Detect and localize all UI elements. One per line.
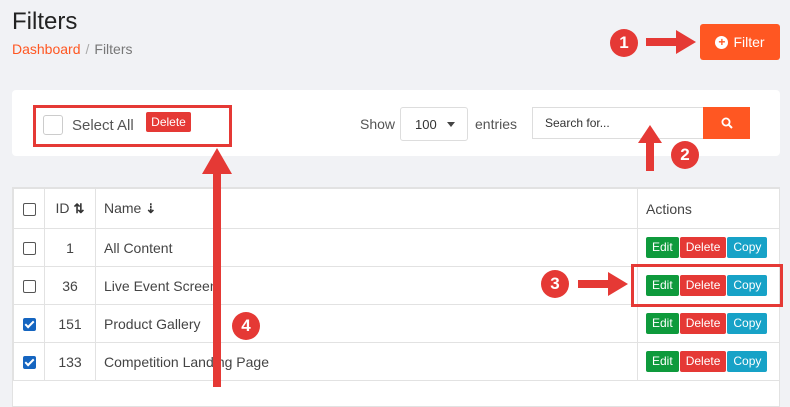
sort-descending-icon: ⇣ (145, 201, 157, 216)
annotation-highlight-select-all (33, 105, 232, 147)
row-id: 36 (44, 266, 96, 305)
row-checkbox[interactable] (22, 356, 36, 370)
edit-button[interactable]: Edit (646, 351, 679, 372)
annotation-arrow-right-icon (578, 272, 628, 296)
search-input[interactable] (532, 107, 703, 139)
page-title: Filters (12, 8, 78, 35)
search-icon (721, 117, 733, 129)
show-label: Show (360, 116, 396, 132)
row-name: Product Gallery (95, 304, 638, 343)
annotation-marker-2: 2 (671, 141, 699, 169)
copy-button[interactable]: Copy (727, 313, 768, 334)
copy-button[interactable]: Copy (727, 237, 768, 258)
entries-value: 100 (415, 117, 437, 132)
row-checkbox-cell (13, 228, 45, 267)
row-checkbox-cell (13, 304, 45, 343)
column-header-id[interactable]: ID ⇅ (44, 188, 96, 229)
caret-down-icon (447, 122, 455, 127)
delete-button[interactable]: Delete (679, 237, 727, 258)
annotation-marker-1: 1 (610, 29, 638, 57)
delete-button[interactable]: Delete (679, 313, 727, 334)
row-checkbox-cell (13, 266, 45, 305)
row-id: 133 (44, 342, 96, 381)
annotation-marker-4: 4 (232, 312, 260, 340)
header-select-checkbox[interactable] (22, 203, 36, 217)
row-checkbox[interactable] (22, 242, 36, 256)
column-header-actions: Actions (637, 188, 780, 229)
table-row: 133 Competition Landing Page Edit Delete Cop… (13, 342, 780, 381)
plus-circle-icon: + (715, 35, 729, 49)
row-checkbox[interactable] (22, 318, 36, 332)
sort-icon: ⇅ (73, 201, 85, 216)
breadcrumb-dashboard-link[interactable]: Dashboard (12, 41, 81, 57)
edit-button[interactable]: Edit (646, 313, 679, 334)
row-actions: Edit Delete Copy (637, 228, 780, 267)
breadcrumb: Dashboard / Filters (12, 41, 133, 57)
table-row: 151 Product Gallery Edit Delete Copy (13, 304, 780, 343)
search-button[interactable] (703, 107, 750, 139)
annotation-highlight-actions (631, 264, 783, 307)
add-filter-label: Filter (733, 34, 765, 50)
copy-button[interactable]: Copy (727, 351, 768, 372)
row-name: All Content (95, 228, 638, 267)
annotation-arrow-right-icon (646, 30, 696, 54)
row-name: Competition Landing Page (95, 342, 638, 381)
table-row: 1 All Content Edit Delete Copy (13, 228, 780, 267)
row-id: 151 (44, 304, 96, 343)
column-header-name[interactable]: Name ⇣ (95, 188, 638, 229)
row-checkbox[interactable] (22, 280, 36, 294)
entries-label: entries (475, 116, 518, 132)
breadcrumb-current: Filters (94, 41, 133, 57)
add-filter-button[interactable]: + Filter (700, 24, 780, 60)
annotation-marker-3: 3 (541, 270, 569, 298)
column-id-label: ID (55, 200, 70, 216)
table-header-row: ID ⇅ Name ⇣ Actions (13, 188, 780, 229)
breadcrumb-separator: / (85, 41, 90, 57)
delete-button[interactable]: Delete (679, 351, 727, 372)
entries-select[interactable]: 100 (400, 107, 468, 141)
annotation-arrow-up-icon (202, 148, 232, 387)
edit-button[interactable]: Edit (646, 237, 679, 258)
column-name-label: Name (104, 200, 142, 216)
row-checkbox-cell (13, 342, 45, 381)
row-actions: Edit Delete Copy (637, 304, 780, 343)
annotation-arrow-up-icon (638, 125, 662, 171)
row-id: 1 (44, 228, 96, 267)
header-checkbox-cell (13, 188, 45, 229)
row-actions: Edit Delete Copy (637, 342, 780, 381)
